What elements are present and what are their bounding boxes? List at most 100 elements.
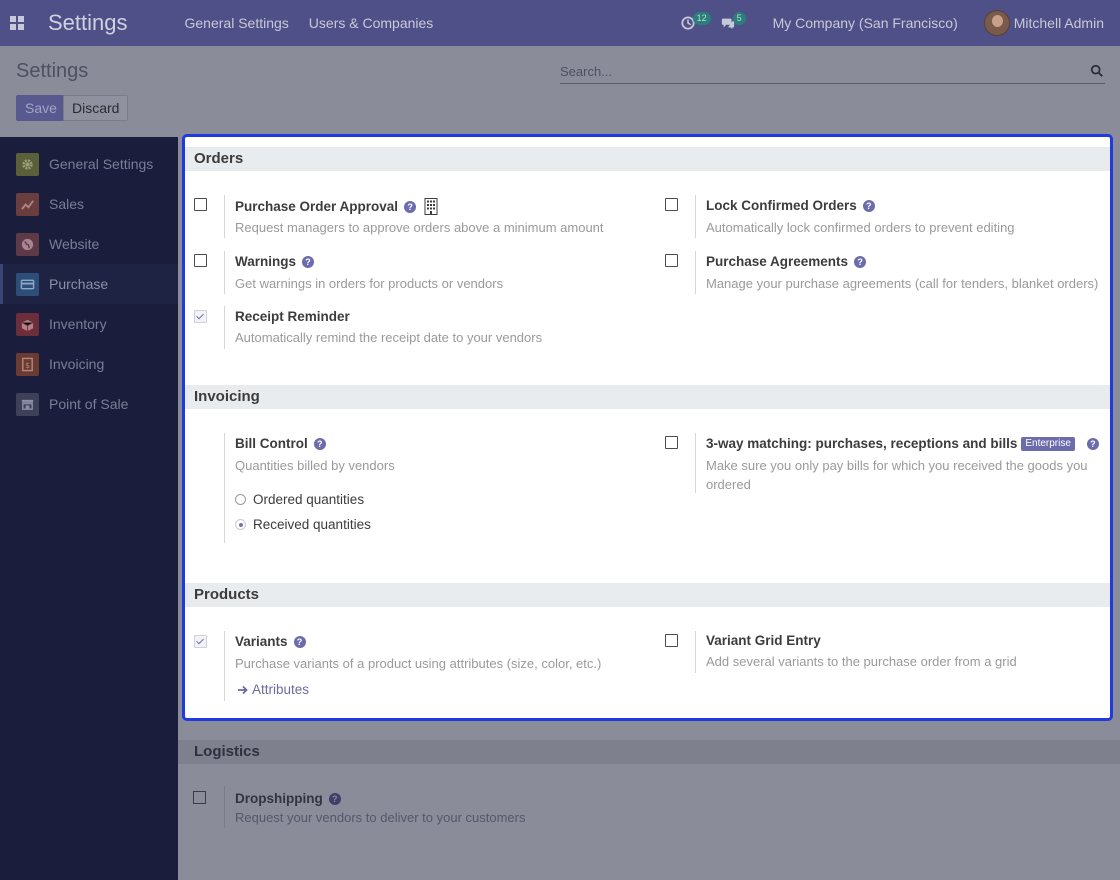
- attributes-link-label: Attributes: [252, 682, 310, 697]
- activity-button[interactable]: 12: [681, 0, 711, 46]
- sidebar-item-label: Website: [49, 236, 100, 252]
- user-avatar[interactable]: [983, 10, 1010, 36]
- box-icon: [16, 312, 39, 336]
- agreements-checkbox[interactable]: [665, 254, 678, 267]
- app-title[interactable]: Settings: [48, 10, 128, 36]
- lock-orders-label: Lock Confirmed Orders: [706, 198, 857, 213]
- warnings-title: Warnings ?: [235, 254, 315, 269]
- divider: [224, 195, 225, 238]
- messages-button[interactable]: 5: [721, 0, 746, 46]
- three-way-matching-title: 3-way matching: purchases, receptions an…: [706, 436, 1099, 451]
- divider: [695, 433, 696, 493]
- top-navbar: Settings General Settings Users & Compan…: [0, 0, 1120, 46]
- dropshipping-checkbox[interactable]: [193, 791, 206, 804]
- agreements-title: Purchase Agreements ?: [706, 254, 867, 269]
- three-way-matching-label: 3-way matching: purchases, receptions an…: [706, 436, 1018, 451]
- dropshipping-title: Dropshipping ?: [235, 791, 341, 806]
- three-way-matching-checkbox[interactable]: [665, 436, 678, 449]
- radio-label: Received quantities: [253, 517, 371, 532]
- lock-orders-title: Lock Confirmed Orders ?: [706, 198, 875, 213]
- settings-sidebar: General Settings Sales Website Purchase …: [0, 137, 178, 880]
- help-icon[interactable]: ?: [1086, 437, 1099, 450]
- variants-label: Variants: [235, 634, 288, 649]
- page-title: Settings: [16, 60, 89, 82]
- radio-button[interactable]: [235, 519, 246, 530]
- radio-button[interactable]: [235, 494, 246, 505]
- section-heading-logistics: Logistics: [178, 740, 1120, 764]
- help-icon[interactable]: ?: [302, 255, 315, 268]
- sidebar-item-purchase[interactable]: Purchase: [0, 264, 178, 304]
- variants-title: Variants ?: [235, 634, 306, 649]
- divider: [695, 631, 696, 673]
- lock-orders-description: Automatically lock confirmed orders to p…: [706, 220, 1015, 235]
- enterprise-badge: Enterprise: [1021, 436, 1075, 451]
- help-icon[interactable]: ?: [313, 437, 326, 450]
- sidebar-item-label: Sales: [49, 196, 85, 212]
- card-icon: [16, 272, 39, 296]
- variants-checkbox[interactable]: [194, 635, 207, 648]
- sidebar-item-label: Purchase: [49, 276, 109, 292]
- help-icon[interactable]: ?: [404, 200, 417, 213]
- user-menu[interactable]: Mitchell Admin: [1014, 15, 1104, 31]
- apps-menu-icon[interactable]: [10, 16, 24, 30]
- help-icon[interactable]: ?: [854, 255, 867, 268]
- control-panel: Settings Save Discard: [0, 46, 1120, 137]
- bill-control-title: Bill Control ?: [235, 436, 326, 451]
- search-input[interactable]: [560, 62, 1080, 79]
- sidebar-item-website[interactable]: Website: [0, 224, 178, 264]
- radio-ordered-quantities[interactable]: Ordered quantities: [235, 492, 364, 507]
- variant-grid-description: Add several variants to the purchase ord…: [706, 654, 1017, 669]
- receipt-reminder-title: Receipt Reminder: [235, 309, 350, 324]
- bill-control-label: Bill Control: [235, 436, 308, 451]
- help-icon[interactable]: ?: [328, 792, 341, 805]
- dropshipping-description: Request your vendors to deliver to your …: [235, 810, 526, 825]
- invoice-icon: $: [16, 352, 39, 376]
- building-icon[interactable]: [424, 198, 438, 215]
- section-heading-invoicing: Invoicing: [185, 385, 1110, 409]
- messages-count-badge: 5: [732, 12, 746, 25]
- warnings-label: Warnings: [235, 254, 297, 269]
- menu-general-settings[interactable]: General Settings: [185, 15, 289, 31]
- divider: [224, 631, 225, 701]
- settings-panel-highlight: Orders Purchase Order Approval ? Request…: [182, 134, 1113, 721]
- sidebar-item-label: General Settings: [49, 156, 154, 172]
- po-approval-checkbox[interactable]: [194, 198, 207, 211]
- divider: [224, 786, 225, 828]
- divider: [224, 433, 225, 543]
- sidebar-item-inventory[interactable]: Inventory: [0, 304, 178, 344]
- variant-grid-checkbox[interactable]: [665, 634, 678, 647]
- divider: [695, 251, 696, 294]
- sidebar-item-sales[interactable]: Sales: [0, 184, 178, 224]
- agreements-label: Purchase Agreements: [706, 254, 849, 269]
- sidebar-item-general-settings[interactable]: General Settings: [0, 144, 178, 184]
- discard-button[interactable]: Discard: [63, 95, 129, 121]
- help-icon[interactable]: ?: [293, 635, 306, 648]
- menu-users-companies[interactable]: Users & Companies: [309, 15, 434, 31]
- radio-received-quantities[interactable]: Received quantities: [235, 517, 371, 532]
- divider: [224, 306, 225, 349]
- gear-icon: [16, 152, 39, 176]
- sidebar-item-invoicing[interactable]: $ Invoicing: [0, 344, 178, 384]
- store-icon: [16, 392, 39, 416]
- globe-icon: [16, 232, 39, 256]
- warnings-checkbox[interactable]: [194, 254, 207, 267]
- agreements-description: Manage your purchase agreements (call fo…: [706, 276, 1099, 291]
- save-button[interactable]: Save: [16, 95, 66, 121]
- activity-count-badge: 12: [692, 12, 711, 25]
- help-icon[interactable]: ?: [862, 199, 875, 212]
- variant-grid-title: Variant Grid Entry: [706, 633, 821, 648]
- section-heading-products: Products: [185, 583, 1110, 607]
- search-bar: [560, 62, 1105, 84]
- radio-label: Ordered quantities: [253, 492, 365, 507]
- receipt-reminder-checkbox[interactable]: [194, 310, 207, 323]
- search-icon[interactable]: [1090, 64, 1104, 78]
- attributes-link[interactable]: Attributes: [237, 682, 309, 697]
- arrow-right-icon: [238, 685, 248, 694]
- svg-text:$: $: [25, 360, 30, 369]
- variants-description: Purchase variants of a product using att…: [235, 656, 602, 671]
- po-approval-title: Purchase Order Approval ?: [235, 198, 438, 215]
- company-switcher[interactable]: My Company (San Francisco): [773, 15, 958, 31]
- lock-orders-checkbox[interactable]: [665, 198, 678, 211]
- sidebar-item-point-of-sale[interactable]: Point of Sale: [0, 384, 178, 424]
- dropshipping-label: Dropshipping: [235, 791, 323, 806]
